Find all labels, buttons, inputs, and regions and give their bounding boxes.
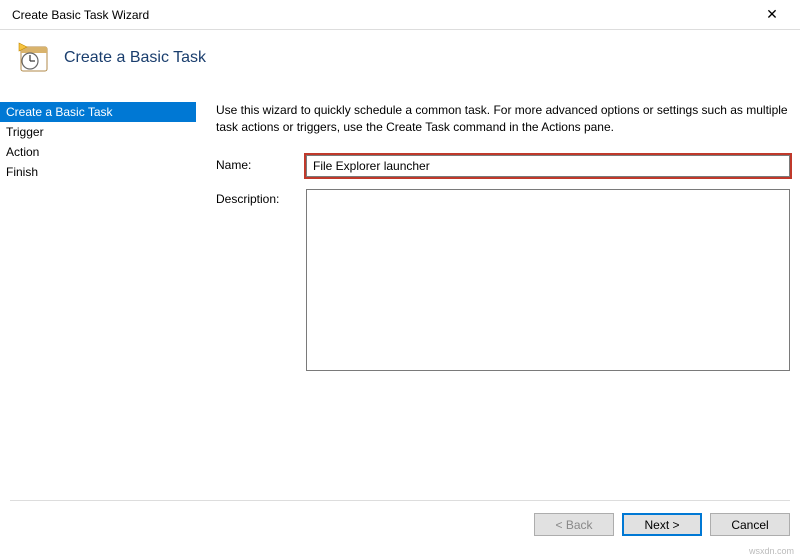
name-input[interactable] bbox=[306, 155, 790, 177]
name-label: Name: bbox=[216, 155, 306, 172]
task-scheduler-icon bbox=[18, 42, 50, 74]
watermark: wsxdn.com bbox=[749, 546, 794, 556]
description-input[interactable] bbox=[306, 189, 790, 371]
next-button[interactable]: Next > bbox=[622, 513, 702, 536]
sidebar-item-action[interactable]: Action bbox=[0, 142, 196, 162]
sidebar-item-label: Action bbox=[6, 145, 39, 159]
description-label: Description: bbox=[216, 189, 306, 206]
cancel-button[interactable]: Cancel bbox=[710, 513, 790, 536]
back-button[interactable]: < Back bbox=[534, 513, 614, 536]
sidebar-item-create-basic-task[interactable]: Create a Basic Task bbox=[0, 102, 196, 122]
main-panel: Use this wizard to quickly schedule a co… bbox=[196, 102, 800, 383]
wizard-steps-sidebar: Create a Basic Task Trigger Action Finis… bbox=[0, 102, 196, 383]
sidebar-item-trigger[interactable]: Trigger bbox=[0, 122, 196, 142]
window-title: Create Basic Task Wizard bbox=[8, 8, 752, 22]
button-bar: < Back Next > Cancel bbox=[10, 500, 790, 536]
wizard-header: Create a Basic Task bbox=[0, 30, 800, 102]
close-icon: ✕ bbox=[766, 6, 778, 23]
sidebar-item-label: Finish bbox=[6, 165, 38, 179]
intro-text: Use this wizard to quickly schedule a co… bbox=[216, 102, 792, 137]
sidebar-item-label: Create a Basic Task bbox=[6, 105, 113, 119]
sidebar-item-finish[interactable]: Finish bbox=[0, 162, 196, 182]
sidebar-item-label: Trigger bbox=[6, 125, 44, 139]
titlebar: Create Basic Task Wizard ✕ bbox=[0, 0, 800, 30]
page-title: Create a Basic Task bbox=[64, 49, 206, 67]
close-button[interactable]: ✕ bbox=[752, 1, 792, 29]
